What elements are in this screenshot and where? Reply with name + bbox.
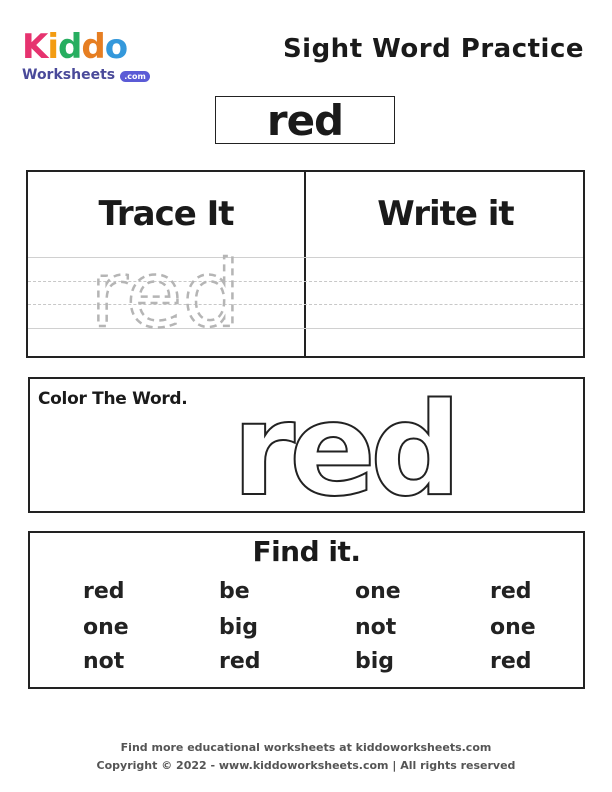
find-word: red [490,579,532,604]
footer-line-1: Find more educational worksheets at kidd… [120,741,492,754]
find-word: one [490,615,536,640]
find-it-title: Find it. [252,535,361,568]
find-word: not [83,649,125,674]
logo-letter: i [47,27,59,67]
logo-letter: K [22,27,48,67]
logo-subtitle: Worksheets [22,67,116,83]
footer-line-2: Copyright © 2022 - www.kiddoworksheets.c… [96,759,516,772]
find-word: big [219,615,259,640]
find-word: big [355,649,395,674]
page-title: Sight Word Practice [282,34,584,64]
logo-letter: o [104,27,128,67]
trace-heading: Trace It [98,194,234,234]
logo-letter: d [58,27,82,67]
find-word: be [219,579,250,604]
find-word: red [219,649,261,674]
logo-com-badge: .com [120,71,150,82]
outline-word: red [232,380,456,505]
write-heading: Write it [377,194,514,234]
kiddo-logo: Kiddo Worksheets .com [22,30,162,83]
trace-word: red [90,250,241,334]
find-word: red [83,579,125,604]
logo-wordmark: Kiddo [22,30,162,64]
find-word: one [83,615,129,640]
outline-word-svg: red [231,380,463,505]
logo-letter: d [81,27,105,67]
sight-word-box: red [215,96,395,145]
find-word: one [355,579,401,604]
find-word: red [490,649,532,674]
trace-word-svg: red [89,250,242,334]
color-word-label: Color The Word. [38,389,188,409]
find-word: not [355,615,397,640]
